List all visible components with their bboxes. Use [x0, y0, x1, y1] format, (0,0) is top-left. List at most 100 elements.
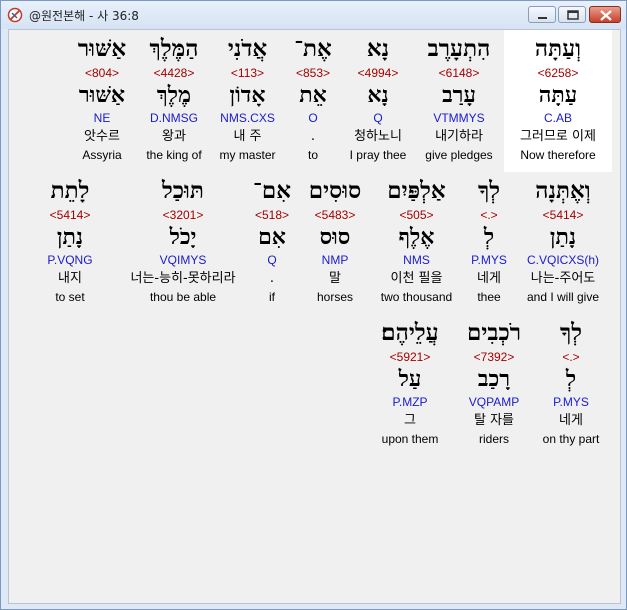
parsing-code: NMS.CXS [220, 111, 275, 125]
lemma: מֶלֶךְ [156, 82, 192, 108]
english-gloss: the king of [146, 148, 202, 162]
hebrew-word: אַשּׁוּר [77, 35, 127, 62]
lemma: רָכַב [477, 366, 511, 392]
strong-number[interactable]: <4428> [137, 66, 211, 80]
parsing-code: VTMMYS [433, 111, 485, 125]
lemma: לְ [565, 366, 577, 392]
strong-number[interactable]: <.> [459, 208, 519, 222]
korean-gloss: 내 주 [233, 129, 262, 144]
parsing-code: D.NMSG [150, 111, 198, 125]
lemma: נָתַן [56, 224, 84, 250]
title-bar[interactable]: @원전본해 - 사 36:8 [1, 1, 626, 29]
maximize-icon [567, 10, 579, 20]
strong-number[interactable]: <5414> [39, 208, 101, 222]
maximize-button[interactable] [558, 6, 586, 23]
close-icon [600, 10, 612, 21]
korean-gloss: 그러므로 이제 [520, 129, 596, 144]
parsing-code: C.VQICXS(h) [526, 253, 599, 267]
lemma: נָתַן [549, 224, 577, 250]
strong-number[interactable]: <6148> [414, 66, 504, 80]
parsing-code: Q [267, 253, 277, 267]
app-window: @원전본해 - 사 36:8 וְעַתָּה <6258> עַתָּה C.… [0, 0, 627, 610]
close-button[interactable] [589, 6, 621, 23]
english-gloss: Now therefore [520, 148, 596, 162]
parsing-code: Q [373, 111, 383, 125]
english-gloss: to set [55, 290, 85, 304]
strong-number[interactable]: <804> [67, 66, 137, 80]
english-gloss: horses [316, 290, 354, 304]
lemma: אִם [258, 224, 286, 250]
english-gloss: I pray thee [349, 148, 407, 162]
hebrew-word: וְעַתָּה [534, 35, 582, 62]
strong-number[interactable]: <4994> [342, 66, 414, 80]
english-gloss: thee [477, 290, 501, 304]
english-gloss: two thousand [380, 290, 453, 304]
english-gloss: riders [478, 432, 509, 446]
minimize-icon [538, 17, 547, 19]
minimize-button[interactable] [528, 6, 556, 23]
strong-number[interactable]: <.> [531, 350, 611, 364]
parsing-code: VQPAMP [468, 395, 520, 409]
strong-number[interactable]: <7392> [459, 350, 529, 364]
korean-gloss: 너는-능히-못하리라 [130, 271, 236, 286]
korean-gloss: 네게 [559, 413, 583, 428]
english-gloss: give pledges [425, 148, 493, 162]
lemma: עַתָּה [538, 82, 578, 108]
lemma: יָכֹל [169, 224, 197, 250]
lemma: עַל [398, 366, 422, 392]
english-gloss: on thy part [542, 432, 600, 446]
lemma: אֶלֶף [398, 224, 435, 250]
strong-number[interactable]: <853> [284, 66, 342, 80]
hebrew-word: עֲלֵיהֶם׃ [381, 319, 439, 346]
lemma: אַשּׁוּר [78, 82, 126, 108]
english-gloss: if [269, 290, 275, 304]
strong-number[interactable]: <5921> [374, 350, 446, 364]
english-gloss: Assyria [82, 148, 122, 162]
app-logo-icon [7, 7, 23, 23]
english-gloss: and I will give [526, 290, 600, 304]
parsing-code: NMP [321, 253, 349, 267]
english-gloss: upon them [381, 432, 439, 446]
korean-gloss: . [269, 271, 275, 286]
lemma: אָדוֹן [229, 82, 266, 108]
parsing-code: P.MYS [553, 395, 589, 409]
lemma: נָא [367, 82, 389, 108]
korean-gloss: 청하노니 [354, 129, 402, 144]
hebrew-word: לְךָ [477, 177, 501, 204]
korean-gloss: 탈 자를 [473, 413, 514, 428]
hebrew-word: וְאֶתְּנָה [535, 177, 591, 204]
korean-gloss: 앗수르 [84, 129, 120, 144]
korean-gloss: 내기하라 [435, 129, 483, 144]
parsing-code: NE [93, 111, 111, 125]
korean-gloss: 나는-주어도 [530, 271, 596, 286]
hebrew-word: לָתֵת [50, 177, 90, 204]
english-gloss: thou be able [149, 290, 217, 304]
strong-number[interactable]: <5483> [299, 208, 371, 222]
hebrew-word: אֶת־ [294, 35, 332, 62]
hebrew-word: אַלְפַּיִם [387, 177, 446, 204]
strong-number[interactable]: <5414> [519, 208, 607, 222]
lemma: לְ [483, 224, 495, 250]
korean-gloss: 말 [329, 271, 341, 286]
window-title: @원전본해 - 사 36:8 [29, 9, 139, 23]
strong-number[interactable]: <113> [211, 66, 284, 80]
korean-gloss: . [310, 129, 316, 144]
hebrew-word: אִם־ [253, 177, 291, 204]
lemma: אֵת [299, 82, 327, 108]
interlinear-panel[interactable]: וְעַתָּה <6258> עַתָּה C.AB 그러므로 이제 Now … [8, 29, 621, 604]
parsing-code: VQIMYS [159, 253, 207, 267]
strong-number[interactable]: <3201> [121, 208, 245, 222]
korean-gloss: 왕과 [162, 129, 186, 144]
hebrew-word: אֲדֹנִי [227, 35, 268, 62]
parsing-code: P.MZP [392, 395, 428, 409]
parsing-code: P.VQNG [47, 253, 93, 267]
strong-number[interactable]: <6258> [504, 66, 612, 80]
parsing-code: NMS [403, 253, 430, 267]
english-gloss: my master [219, 148, 276, 162]
hebrew-word: הַמֶּלֶךְ [149, 35, 199, 62]
hebrew-word: רֹכְבִים [466, 319, 521, 346]
strong-number[interactable]: <518> [247, 208, 297, 222]
korean-gloss: 이천 필을 [390, 271, 443, 286]
strong-number[interactable]: <505> [374, 208, 459, 222]
hebrew-word: נָא [366, 35, 390, 62]
